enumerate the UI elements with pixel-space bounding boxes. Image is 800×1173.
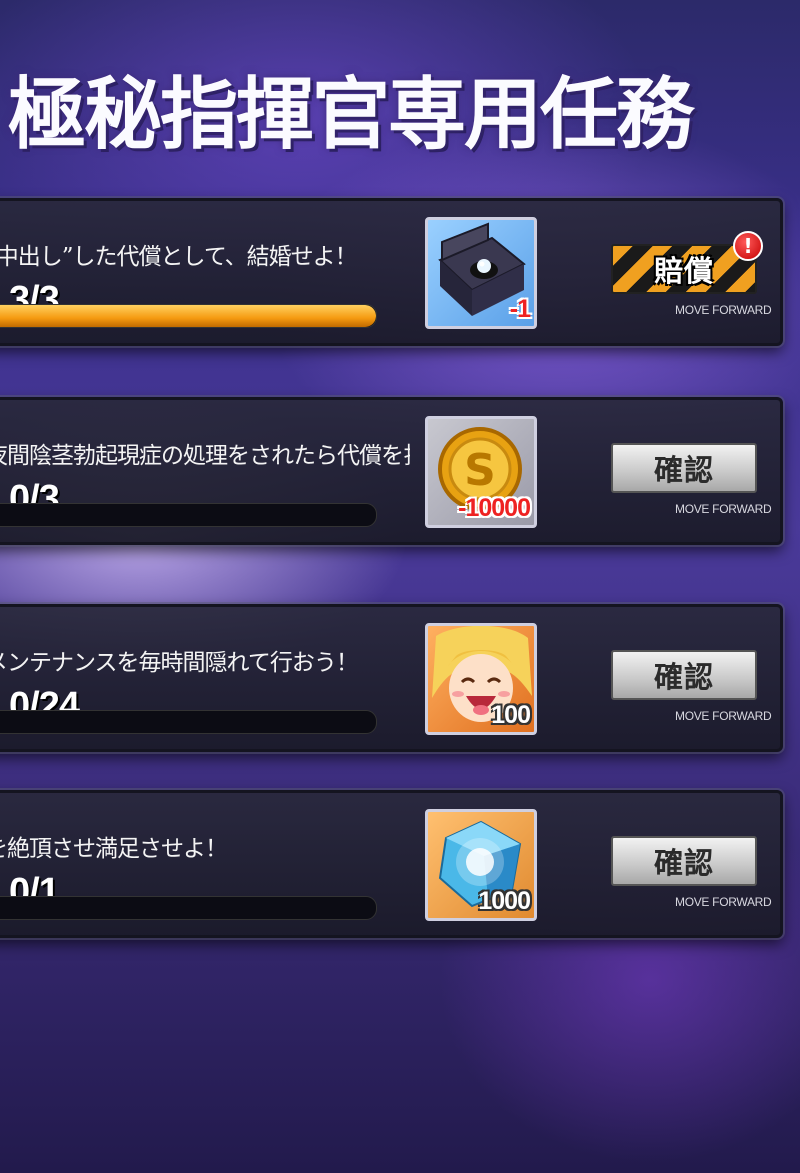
page-title: 極秘指揮官専用任務 xyxy=(8,69,694,160)
reward-item[interactable]: 100 xyxy=(425,623,537,735)
progress-bar xyxy=(0,896,377,920)
quest-text: メンテナンスを毎時間隠れて行おう！ xyxy=(0,650,359,676)
move-forward-label: MOVE FORWARD xyxy=(675,502,772,516)
quest-panel-1: ”中出し”した代償として、結婚せよ！ 3/3 -1 賠償 ! MOVE FORW… xyxy=(0,198,783,346)
move-forward-label: MOVE FORWARD xyxy=(675,303,772,317)
reward-count: -10000 xyxy=(458,494,531,522)
reward-item[interactable]: 1000 xyxy=(425,809,537,921)
reward-item[interactable]: -1 xyxy=(425,217,537,329)
reward-item[interactable]: S -10000 xyxy=(425,416,537,528)
quest-text: ”中出し”した代償として、結婚せよ！ xyxy=(0,244,358,270)
reward-count: 100 xyxy=(491,701,531,729)
quest-text: を絶頂させ満足させよ！ xyxy=(0,836,228,862)
move-forward-label: MOVE FORWARD xyxy=(675,709,772,723)
move-forward-label: MOVE FORWARD xyxy=(675,895,772,909)
confirm-button[interactable]: 確認 xyxy=(611,443,757,493)
reward-count: -1 xyxy=(509,295,531,323)
progress-bar-fill xyxy=(0,305,376,327)
quest-panel-3: メンテナンスを毎時間隠れて行おう！ 0/24 100 確認 MOVE FORWA… xyxy=(0,604,783,752)
progress-bar xyxy=(0,304,377,328)
confirm-button[interactable]: 確認 xyxy=(611,650,757,700)
quest-text: 夜間陰茎勃起現症の処理をされたら代償を払え！ xyxy=(0,443,410,469)
confirm-button[interactable]: 確認 xyxy=(611,836,757,886)
quest-panel-2: 夜間陰茎勃起現症の処理をされたら代償を払え！ 0/3 S -10000 確認 M… xyxy=(0,397,783,545)
progress-bar xyxy=(0,503,377,527)
reward-count: 1000 xyxy=(478,887,531,915)
alert-badge: ! xyxy=(733,231,763,261)
quest-panel-4: を絶頂させ満足させよ！ 0/1 1000 確認 MOVE FORWARD xyxy=(0,790,783,938)
svg-text:S: S xyxy=(464,445,496,496)
progress-bar xyxy=(0,710,377,734)
